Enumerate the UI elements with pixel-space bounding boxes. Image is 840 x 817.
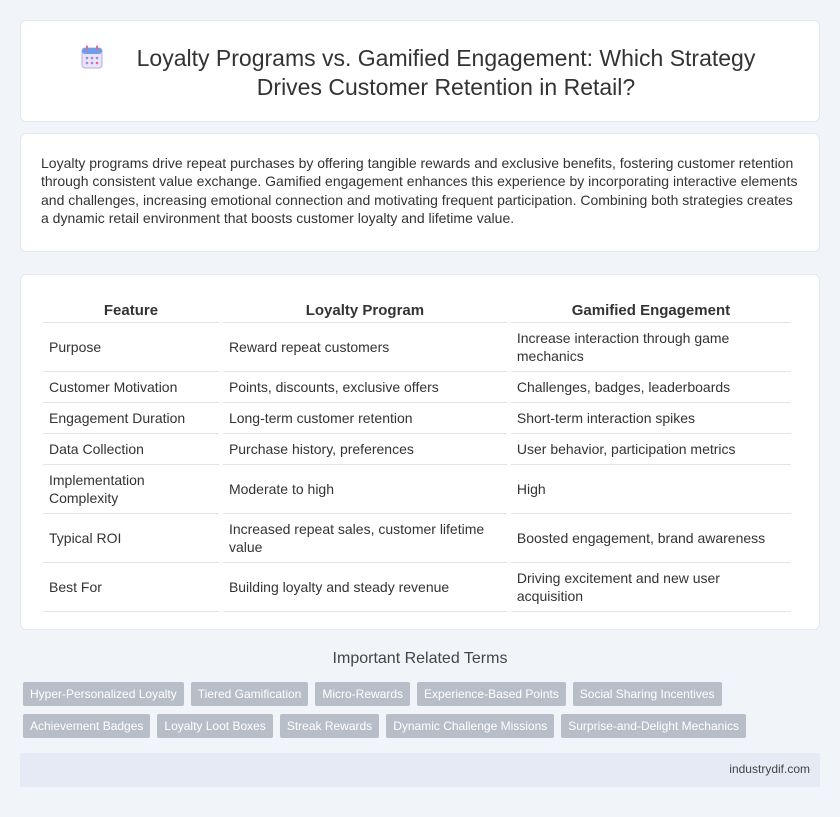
header-loyalty-program: Loyalty Program (222, 297, 507, 323)
table-cell: Long-term customer retention (222, 403, 507, 434)
tag[interactable]: Hyper-Personalized Loyalty (23, 682, 184, 706)
tag[interactable]: Experience-Based Points (417, 682, 566, 706)
table-cell: Driving excitement and new user acquisit… (510, 563, 791, 612)
table-cell: Customer Motivation (43, 372, 219, 403)
table-cell: Points, discounts, exclusive offers (222, 372, 507, 403)
page-title: Loyalty Programs vs. Gamified Engagement… (136, 45, 756, 100)
header-gamified-engagement: Gamified Engagement (510, 297, 791, 323)
table-row: Typical ROI Increased repeat sales, cust… (43, 514, 791, 563)
table-cell: User behavior, participation metrics (510, 434, 791, 465)
table-cell: Moderate to high (222, 465, 507, 514)
table-row: Data Collection Purchase history, prefer… (43, 434, 791, 465)
table-row: Engagement Duration Long-term customer r… (43, 403, 791, 434)
table-cell: Engagement Duration (43, 403, 219, 434)
tag[interactable]: Micro-Rewards (315, 682, 411, 706)
tag-row: Achievement Badges Loyalty Loot Boxes St… (23, 714, 823, 738)
table-cell: Reward repeat customers (222, 323, 507, 372)
table-cell: Data Collection (43, 434, 219, 465)
table-cell: Boosted engagement, brand awareness (510, 514, 791, 563)
table-cell: Building loyalty and steady revenue (222, 563, 507, 612)
intro-paragraph: Loyalty programs drive repeat purchases … (41, 155, 798, 227)
table-cell: Implementation Complexity (43, 465, 219, 514)
footer: industrydif.com (20, 753, 820, 787)
footer-source[interactable]: industrydif.com (729, 762, 810, 776)
table-cell: High (510, 465, 791, 514)
comparison-table: Feature Loyalty Program Gamified Engagem… (39, 297, 795, 612)
tag[interactable]: Social Sharing Incentives (572, 682, 722, 706)
related-terms-heading: Important Related Terms (332, 650, 508, 667)
table-cell: Challenges, badges, leaderboards (510, 372, 791, 403)
table-cell: Increased repeat sales, customer lifetim… (222, 514, 507, 563)
table-row: Customer Motivation Points, discounts, e… (43, 372, 791, 403)
table-header-row: Feature Loyalty Program Gamified Engagem… (43, 297, 791, 323)
intro-card: Loyalty programs drive repeat purchases … (20, 133, 820, 252)
table-row: Best For Building loyalty and steady rev… (43, 563, 791, 612)
table-cell: Typical ROI (43, 514, 219, 563)
table-cell: Purchase history, preferences (222, 434, 507, 465)
table-cell: Short-term interaction spikes (510, 403, 791, 434)
tag[interactable]: Loyalty Loot Boxes (157, 714, 273, 738)
tag[interactable]: Achievement Badges (23, 714, 151, 738)
table-cell: Best For (43, 563, 219, 612)
table-row: Purpose Reward repeat customers Increase… (43, 323, 791, 372)
tag-row: Hyper-Personalized Loyalty Tiered Gamifi… (23, 682, 823, 706)
table-cell: Purpose (43, 323, 219, 372)
table-row: Implementation Complexity Moderate to hi… (43, 465, 791, 514)
comparison-card: Feature Loyalty Program Gamified Engagem… (20, 274, 820, 630)
tag[interactable]: Streak Rewards (279, 714, 380, 738)
title-card: Loyalty Programs vs. Gamified Engagement… (20, 20, 820, 122)
related-terms: Hyper-Personalized Loyalty Tiered Gamifi… (23, 682, 823, 746)
table-cell: Increase interaction through game mechan… (510, 323, 791, 372)
header-feature: Feature (43, 297, 219, 323)
tag[interactable]: Dynamic Challenge Missions (386, 714, 555, 738)
tag[interactable]: Surprise-and-Delight Mechanics (561, 714, 746, 738)
tag[interactable]: Tiered Gamification (190, 682, 309, 706)
